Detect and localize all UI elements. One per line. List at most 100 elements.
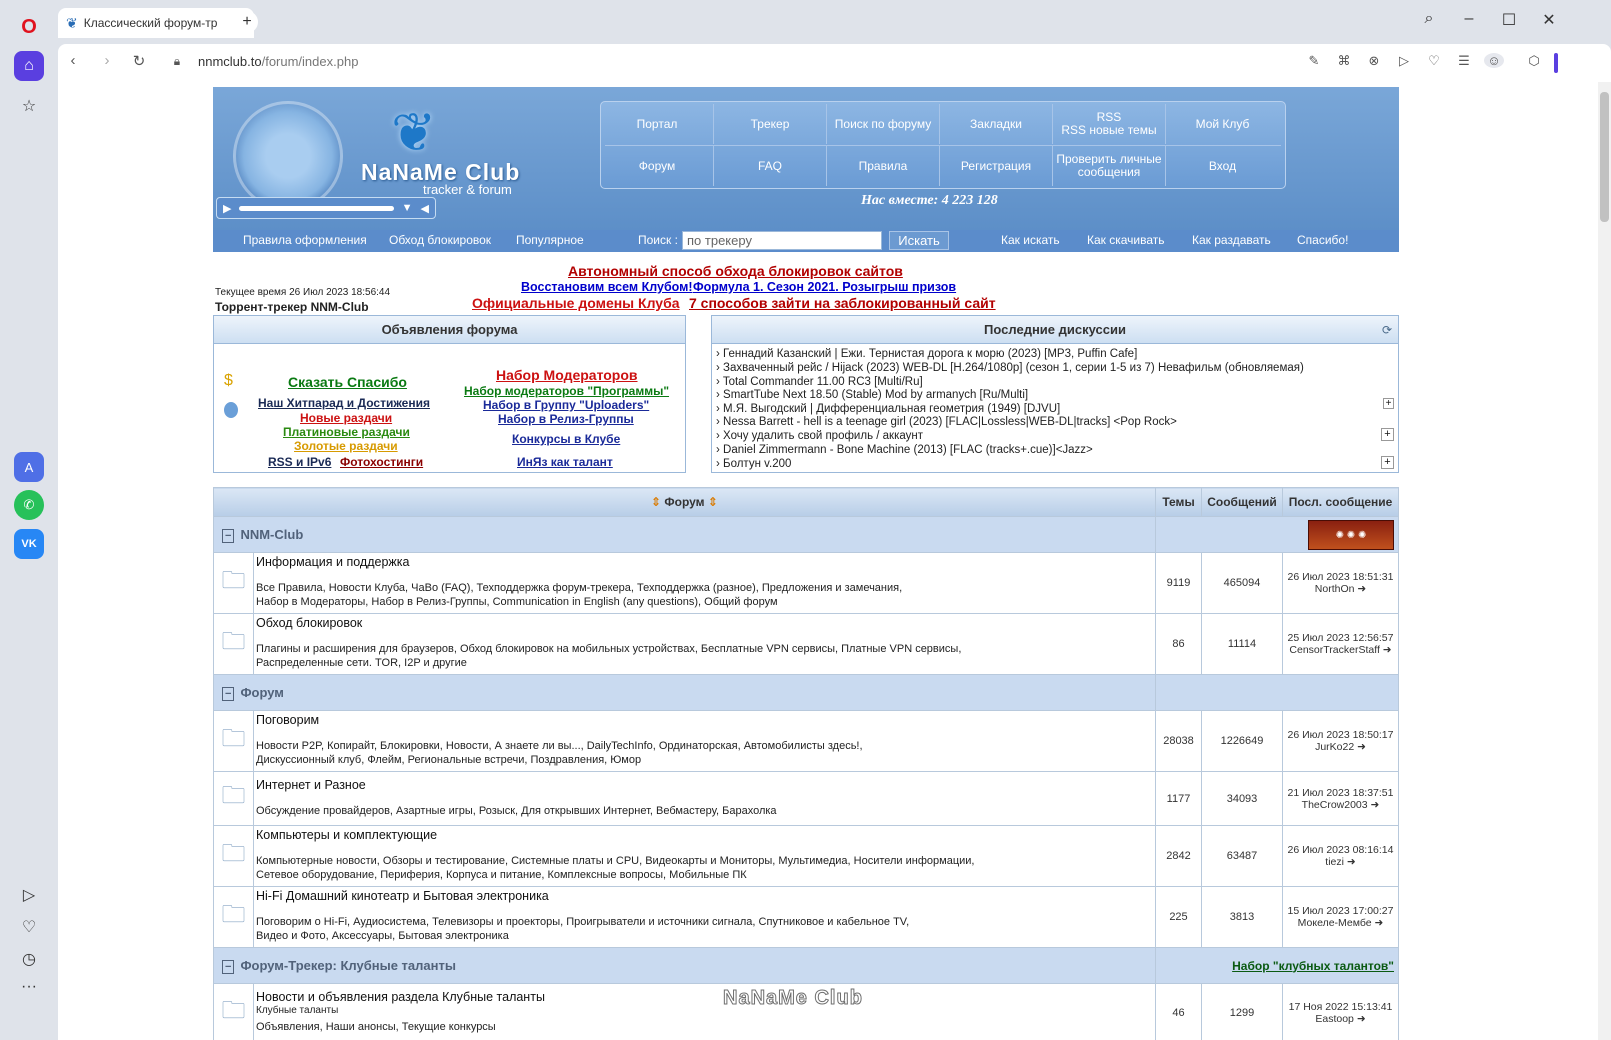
goto-last-icon[interactable]: ➜ bbox=[1357, 741, 1366, 753]
subnav-how-search[interactable]: Как искать bbox=[1001, 233, 1060, 247]
subnav-rules[interactable]: Правила оформления bbox=[243, 233, 367, 247]
lock-icon[interactable]: 🔒︎ bbox=[166, 54, 188, 69]
announce-formula[interactable]: Формула 1. Сезон 2021. Розыгрыш призов bbox=[693, 280, 956, 294]
forum-name[interactable]: Обход блокировок bbox=[254, 614, 1155, 630]
forum-name[interactable]: Интернет и Разное bbox=[254, 776, 1155, 792]
scrollbar[interactable] bbox=[1598, 82, 1611, 1040]
forum-subforums[interactable]: Объявления, Наши анонсы, Текущие конкурс… bbox=[254, 1018, 1155, 1038]
goto-last-icon[interactable]: ➜ bbox=[1375, 917, 1384, 929]
announce-bypass[interactable]: Автономный способ обхода блокировок сайт… bbox=[568, 263, 903, 279]
discussion-item[interactable]: › Болтун v.200 bbox=[716, 458, 791, 470]
nav-login[interactable]: Вход bbox=[1166, 146, 1279, 186]
banner-icon[interactable]: ✺ ✺ ✺ bbox=[1308, 519, 1394, 550]
goto-last-icon[interactable]: ➜ bbox=[1357, 1013, 1366, 1025]
subnav-popular[interactable]: Популярное bbox=[516, 233, 584, 247]
url-field[interactable]: nnmclub.to/forum/index.php bbox=[198, 54, 358, 69]
collapse-icon[interactable]: − bbox=[222, 687, 235, 701]
subnav-how-download[interactable]: Как скачивать bbox=[1087, 233, 1165, 247]
ad-contests[interactable]: Конкурсы в Клубе bbox=[512, 432, 620, 446]
forum-name[interactable]: Новости и объявления раздела Клубные тал… bbox=[254, 988, 1155, 1004]
ad-say-thanks[interactable]: Сказать Спасибо bbox=[288, 374, 407, 390]
ad-new-releases[interactable]: Новые раздачи bbox=[300, 411, 392, 425]
ad-hitparade[interactable]: Наш Хитпарад и Достижения bbox=[258, 396, 430, 410]
ad-gold[interactable]: Золотые раздачи bbox=[294, 439, 398, 453]
new-tab-button[interactable]: + bbox=[236, 11, 258, 33]
expand-icon[interactable]: + bbox=[1381, 456, 1394, 469]
minimize-icon[interactable]: – bbox=[1458, 10, 1480, 28]
forum-name[interactable]: Компьютеры и комплектующие bbox=[254, 826, 1155, 842]
search-button[interactable]: Искать bbox=[889, 231, 949, 250]
last-post-user[interactable]: tiezi bbox=[1325, 856, 1344, 868]
scrollbar-thumb[interactable] bbox=[1600, 92, 1609, 222]
nav-forum[interactable]: Форум bbox=[601, 146, 714, 186]
forward-icon[interactable]: › bbox=[96, 52, 118, 69]
expand-icon[interactable]: + bbox=[1383, 398, 1394, 409]
ad-platinum[interactable]: Платиновые раздачи bbox=[283, 425, 410, 439]
ad-uploaders[interactable]: Набор в Группу "Uploaders" bbox=[483, 398, 649, 412]
subnav-thanks[interactable]: Спасибо! bbox=[1297, 233, 1348, 247]
edit-icon[interactable]: ✎ bbox=[1304, 53, 1324, 69]
search-tabs-icon[interactable]: ⌕ bbox=[1418, 10, 1440, 28]
camera-icon[interactable]: ⌘ bbox=[1334, 53, 1354, 69]
goto-last-icon[interactable]: ➜ bbox=[1383, 644, 1392, 656]
heart-icon[interactable]: ♡ bbox=[14, 912, 44, 942]
volume-icon[interactable]: ◀ bbox=[421, 202, 429, 215]
audio-player[interactable]: ▶ ▼ ◀ bbox=[216, 197, 436, 219]
last-post-user[interactable]: Eastoop bbox=[1315, 1013, 1354, 1025]
home-icon[interactable]: ⌂ bbox=[14, 51, 44, 81]
forum-name[interactable]: Hi-Fi Домашний кинотеатр и Бытовая элект… bbox=[254, 887, 1155, 903]
goto-last-icon[interactable]: ➜ bbox=[1371, 799, 1380, 811]
nav-forum-search[interactable]: Поиск по форуму bbox=[827, 104, 940, 144]
subnav-bypass[interactable]: Обход блокировок bbox=[389, 233, 491, 247]
expand-icon[interactable]: + bbox=[1381, 428, 1394, 441]
search-input[interactable]: по трекеру bbox=[682, 231, 882, 250]
forum-name[interactable]: Информация и поддержка bbox=[254, 553, 1155, 569]
vk-icon[interactable]: VK bbox=[14, 529, 44, 559]
nav-portal[interactable]: Портал bbox=[601, 104, 714, 144]
forum-subforums[interactable]: Поговорим о Hi-Fi, Аудиосистема, Телевиз… bbox=[254, 913, 1155, 947]
goto-last-icon[interactable]: ➜ bbox=[1357, 583, 1366, 595]
goto-last-icon[interactable]: ➜ bbox=[1347, 856, 1356, 868]
announce-domains[interactable]: Официальные домены Клуба bbox=[472, 295, 680, 311]
aria-icon[interactable]: A bbox=[14, 452, 44, 482]
subnav-how-seed[interactable]: Как раздавать bbox=[1192, 233, 1271, 247]
announce-restore[interactable]: Восстановим всем Клубом! bbox=[521, 280, 693, 294]
heart-icon[interactable]: ♡ bbox=[1424, 53, 1444, 69]
discussion-item[interactable]: › Хочу удалить свой профиль / аккаунт bbox=[716, 430, 923, 442]
star-icon[interactable]: ☆ bbox=[14, 91, 44, 121]
refresh-icon[interactable]: ⟳ bbox=[1382, 323, 1392, 337]
collapse-icon[interactable]: − bbox=[222, 529, 235, 543]
nav-rules[interactable]: Правила bbox=[827, 146, 940, 186]
play-icon[interactable]: ▶ bbox=[223, 202, 231, 215]
maximize-icon[interactable]: ☐ bbox=[1498, 10, 1520, 30]
forum-subforums[interactable]: Новости P2P, Копирайт, Блокировки, Новос… bbox=[254, 737, 1155, 771]
forum-subforums[interactable]: Компьютерные новости, Обзоры и тестирова… bbox=[254, 852, 1155, 886]
active-tab[interactable]: ❦ Классический форум-тр bbox=[58, 8, 254, 38]
last-post-user[interactable]: TheCrow2003 bbox=[1302, 799, 1368, 811]
nav-rss[interactable]: RSS RSS новые темы bbox=[1053, 104, 1166, 144]
more-icon[interactable]: ··· bbox=[14, 972, 44, 1002]
whatsapp-icon[interactable]: ✆ bbox=[14, 490, 44, 520]
discussion-item[interactable]: › М.Я. Выгодский | Дифференциальная геом… bbox=[716, 403, 1060, 415]
nav-register[interactable]: Регистрация bbox=[940, 146, 1053, 186]
close-icon[interactable]: ✕ bbox=[1538, 10, 1560, 30]
ad-release-groups[interactable]: Набор в Релиз-Группы bbox=[498, 412, 634, 426]
forum-subforums[interactable]: Все Правила, Новости Клуба, ЧаВо (FAQ), … bbox=[254, 579, 1155, 613]
block-icon[interactable]: ⊗ bbox=[1364, 53, 1384, 69]
last-post-user[interactable]: CensorTrackerStaff bbox=[1289, 644, 1379, 656]
cube-icon[interactable]: ⬡ bbox=[1524, 53, 1544, 69]
ad-foreign-lang[interactable]: ИнЯз как талант bbox=[517, 455, 613, 469]
profile-icon[interactable]: ☺ bbox=[1484, 53, 1504, 68]
player-icon[interactable]: ▷ bbox=[14, 880, 44, 910]
reload-icon[interactable]: ↻ bbox=[128, 52, 150, 70]
back-icon[interactable]: ‹ bbox=[62, 52, 84, 69]
talents-recruit-link[interactable]: Набор "клубных талантов" bbox=[1155, 947, 1399, 984]
forum-subforums[interactable]: Плагины и расширения для браузеров, Обхо… bbox=[254, 640, 1155, 674]
last-post-user[interactable]: Мокеле-Мембе bbox=[1298, 917, 1372, 929]
category-title[interactable]: − NNM-Club bbox=[213, 516, 1156, 553]
category-title[interactable]: − Форум-Трекер: Клубные таланты bbox=[213, 947, 1156, 984]
discussion-item[interactable]: › Total Commander 11.00 RC3 [Multi/Ru] bbox=[716, 376, 923, 388]
last-post-user[interactable]: JurKo22 bbox=[1315, 741, 1354, 753]
nav-my-club[interactable]: Мой Клуб bbox=[1166, 104, 1279, 144]
player-progress[interactable] bbox=[239, 205, 394, 211]
